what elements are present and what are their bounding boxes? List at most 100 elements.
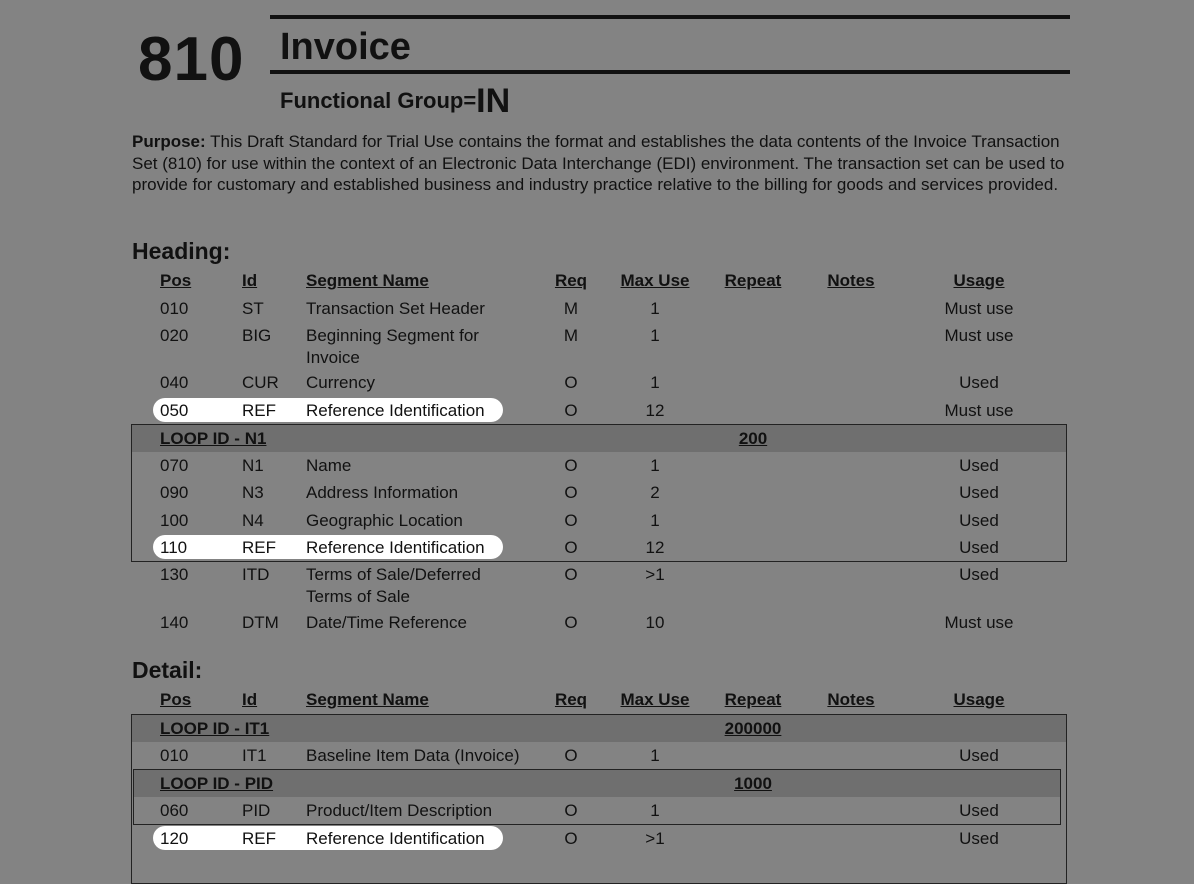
purpose-label: Purpose: xyxy=(132,132,206,151)
detail-column-headers: Pos Id Segment Name Req Max Use Repeat N… xyxy=(0,689,1194,715)
pos: 020 xyxy=(160,326,189,345)
functional-group-value: IN xyxy=(476,82,511,120)
max-use: 1 xyxy=(650,456,660,475)
segment-name: Reference Identification xyxy=(306,538,485,557)
segment-name: Transaction Set Header xyxy=(306,299,485,318)
col-notes: Notes xyxy=(827,271,875,290)
col-segment-name: Segment Name xyxy=(306,690,429,709)
pos: 040 xyxy=(160,373,189,392)
pos: 100 xyxy=(160,511,189,530)
col-req: Req xyxy=(554,271,588,290)
transaction-set-name: Invoice xyxy=(280,26,411,68)
max-use: >1 xyxy=(645,565,665,584)
segment-name: Product/Item Description xyxy=(306,801,493,820)
col-usage: Usage xyxy=(953,690,1005,709)
col-max-use: Max Use xyxy=(620,271,690,290)
title-rule xyxy=(270,70,1070,74)
usage: Used xyxy=(959,373,999,392)
table-row: 010 ST Transaction Set Header M 1 Must u… xyxy=(0,298,1194,324)
top-rule xyxy=(270,15,1070,19)
pos: 070 xyxy=(160,456,189,475)
id: REF xyxy=(242,829,276,848)
req: O xyxy=(564,538,578,557)
id: DTM xyxy=(242,613,279,632)
col-pos: Pos xyxy=(160,271,192,290)
req: M xyxy=(563,299,579,318)
purpose-text: This Draft Standard for Trial Use contai… xyxy=(132,132,1065,194)
usage: Used xyxy=(959,829,999,848)
max-use: 12 xyxy=(645,538,665,557)
segment-name: Geographic Location xyxy=(306,511,463,530)
usage: Used xyxy=(959,511,999,530)
usage: Must use xyxy=(944,401,1014,420)
heading-section-title: Heading: xyxy=(132,238,231,264)
usage: Used xyxy=(959,538,999,557)
segment-name: Terms of Sale/Deferred Terms of Sale xyxy=(306,565,481,606)
segment-name: Currency xyxy=(306,373,375,392)
table-row: 010 IT1 Baseline Item Data (Invoice) O 1… xyxy=(0,745,1194,771)
segment-name: Name xyxy=(306,456,352,475)
col-req: Req xyxy=(554,690,588,709)
usage: Used xyxy=(959,565,999,584)
req: O xyxy=(564,456,578,475)
purpose-paragraph: Purpose: This Draft Standard for Trial U… xyxy=(132,131,1072,196)
req: O xyxy=(564,829,578,848)
col-segment-name: Segment Name xyxy=(306,271,429,290)
pos: 140 xyxy=(160,613,189,632)
pos: 130 xyxy=(160,565,189,584)
max-use: 1 xyxy=(650,801,660,820)
heading-column-headers: Pos Id Segment Name Req Max Use Repeat N… xyxy=(0,270,1194,296)
max-use: 1 xyxy=(650,511,660,530)
id: N4 xyxy=(242,511,264,530)
segment-name: Baseline Item Data (Invoice) xyxy=(306,746,520,765)
req: O xyxy=(564,565,578,584)
usage: Used xyxy=(959,483,999,502)
col-notes: Notes xyxy=(827,690,875,709)
max-use: 1 xyxy=(650,373,660,392)
usage: Must use xyxy=(944,326,1014,345)
max-use: 2 xyxy=(650,483,660,502)
col-usage: Usage xyxy=(953,271,1005,290)
req: O xyxy=(564,401,578,420)
col-id: Id xyxy=(242,690,258,709)
id: ST xyxy=(242,299,264,318)
usage: Used xyxy=(959,746,999,765)
col-max-use: Max Use xyxy=(620,690,690,709)
req: O xyxy=(564,483,578,502)
req: O xyxy=(564,613,578,632)
req: O xyxy=(564,801,578,820)
max-use: 10 xyxy=(645,613,665,632)
segment-name: Address Information xyxy=(306,483,459,502)
loop-n1-repeat: 200 xyxy=(738,429,768,448)
pos: 010 xyxy=(160,746,189,765)
pos: 120 xyxy=(160,829,189,848)
req: O xyxy=(564,373,578,392)
req: O xyxy=(564,746,578,765)
segment-name: Reference Identification xyxy=(306,401,485,420)
pos: 090 xyxy=(160,483,189,502)
pos: 060 xyxy=(160,801,189,820)
table-row: 100 N4 Geographic Location O 1 Used xyxy=(0,510,1194,536)
col-repeat: Repeat xyxy=(724,690,782,709)
table-row: 110 REF Reference Identification O 12 Us… xyxy=(0,537,1194,563)
req: O xyxy=(564,511,578,530)
req: M xyxy=(563,326,579,345)
detail-section-title: Detail: xyxy=(132,657,203,683)
segment-name: Beginning Segment for Invoice xyxy=(306,326,479,367)
segment-name: Date/Time Reference xyxy=(306,613,467,632)
loop-n1-label: LOOP ID - N1 xyxy=(160,429,267,448)
usage: Must use xyxy=(944,613,1014,632)
table-row: 060 PID Product/Item Description O 1 Use… xyxy=(0,800,1194,826)
functional-group-label: Functional Group= xyxy=(280,88,477,113)
col-repeat: Repeat xyxy=(724,271,782,290)
table-row: 090 N3 Address Information O 2 Used xyxy=(0,482,1194,508)
col-pos: Pos xyxy=(160,690,192,709)
max-use: >1 xyxy=(645,829,665,848)
id: BIG xyxy=(242,326,272,345)
segment-name: Reference Identification xyxy=(306,829,485,848)
id: CUR xyxy=(242,373,279,392)
table-row: 020 BIG Beginning Segment for Invoice M … xyxy=(0,325,1194,367)
usage: Used xyxy=(959,801,999,820)
pos: 010 xyxy=(160,299,189,318)
table-row: 140 DTM Date/Time Reference O 10 Must us… xyxy=(0,612,1194,638)
